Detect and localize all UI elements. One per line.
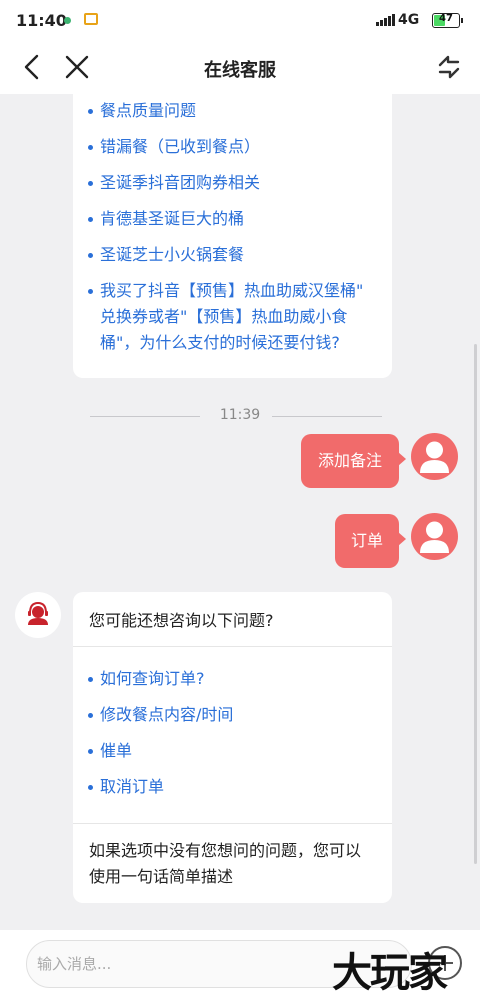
agent-question: 您可能还想咨询以下问题? [89,611,274,630]
watermark-logo: 大玩家 [332,949,448,996]
question-option[interactable]: 如何查询订单? [73,666,392,692]
divider-line [272,416,382,417]
time-separator: 11:39 [0,406,480,426]
question-option[interactable]: 取消订单 [73,774,392,800]
chat-header: 在线客服 [0,40,480,94]
user-avatar [411,433,458,480]
network-type: 4G [398,12,420,28]
chat-area[interactable]: 餐点质量问题 错漏餐（已收到餐点） 圣诞季抖音团购券相关 肯德基圣诞巨大的桶 圣… [0,94,480,930]
question-option[interactable]: 催单 [73,738,392,764]
agent-avatar [15,592,61,638]
question-options: 如何查询订单? 修改餐点内容/时间 催单 取消订单 [73,647,392,823]
user-message-text: 订单 [350,531,383,550]
switch-agent-icon[interactable] [434,52,464,82]
agent-question-card: 您可能还想咨询以下问题? 如何查询订单? 修改餐点内容/时间 催单 取消订单 如… [73,592,392,903]
customer-service-icon [28,601,48,625]
signal-icon [376,14,396,26]
suggestion-link[interactable]: 我买了抖音【预售】热血助威汉堡桶" 兑换券或者"【预售】热血助威小食桶"，为什么… [73,278,392,356]
user-message: 订单 [335,514,406,568]
user-avatar [411,513,458,560]
battery-level: 47 [439,13,453,24]
suggestion-list: 餐点质量问题 错漏餐（已收到餐点） 圣诞季抖音团购券相关 肯德基圣诞巨大的桶 圣… [73,98,392,356]
suggestion-link[interactable]: 餐点质量问题 [73,98,392,124]
suggestion-link[interactable]: 圣诞季抖音团购券相关 [73,170,392,196]
user-avatar-icon [420,441,449,473]
battery-icon: 47 [432,13,463,28]
status-bar: 11:40 4G 47 [0,0,480,40]
status-time: 11:40 [16,11,67,30]
agent-card-footer: 如果选项中没有您想问的问题，您可以使用一句话简单描述 [89,841,362,886]
page-title: 在线客服 [204,60,276,81]
suggestion-link[interactable]: 肯德基圣诞巨大的桶 [73,206,392,232]
notification-dot-icon [64,17,71,24]
user-message: 添加备注 [301,434,406,488]
user-message-text: 添加备注 [317,451,382,470]
agent-suggestion-bubble: 餐点质量问题 错漏餐（已收到餐点） 圣诞季抖音团购券相关 肯德基圣诞巨大的桶 圣… [73,94,392,378]
timestamp: 11:39 [219,407,261,423]
suggestion-link[interactable]: 圣诞芝士小火锅套餐 [73,242,392,268]
app-notification-icon [84,13,98,25]
user-avatar-icon [420,521,449,553]
question-option[interactable]: 修改餐点内容/时间 [73,702,392,728]
suggestion-link[interactable]: 错漏餐（已收到餐点） [73,134,392,160]
